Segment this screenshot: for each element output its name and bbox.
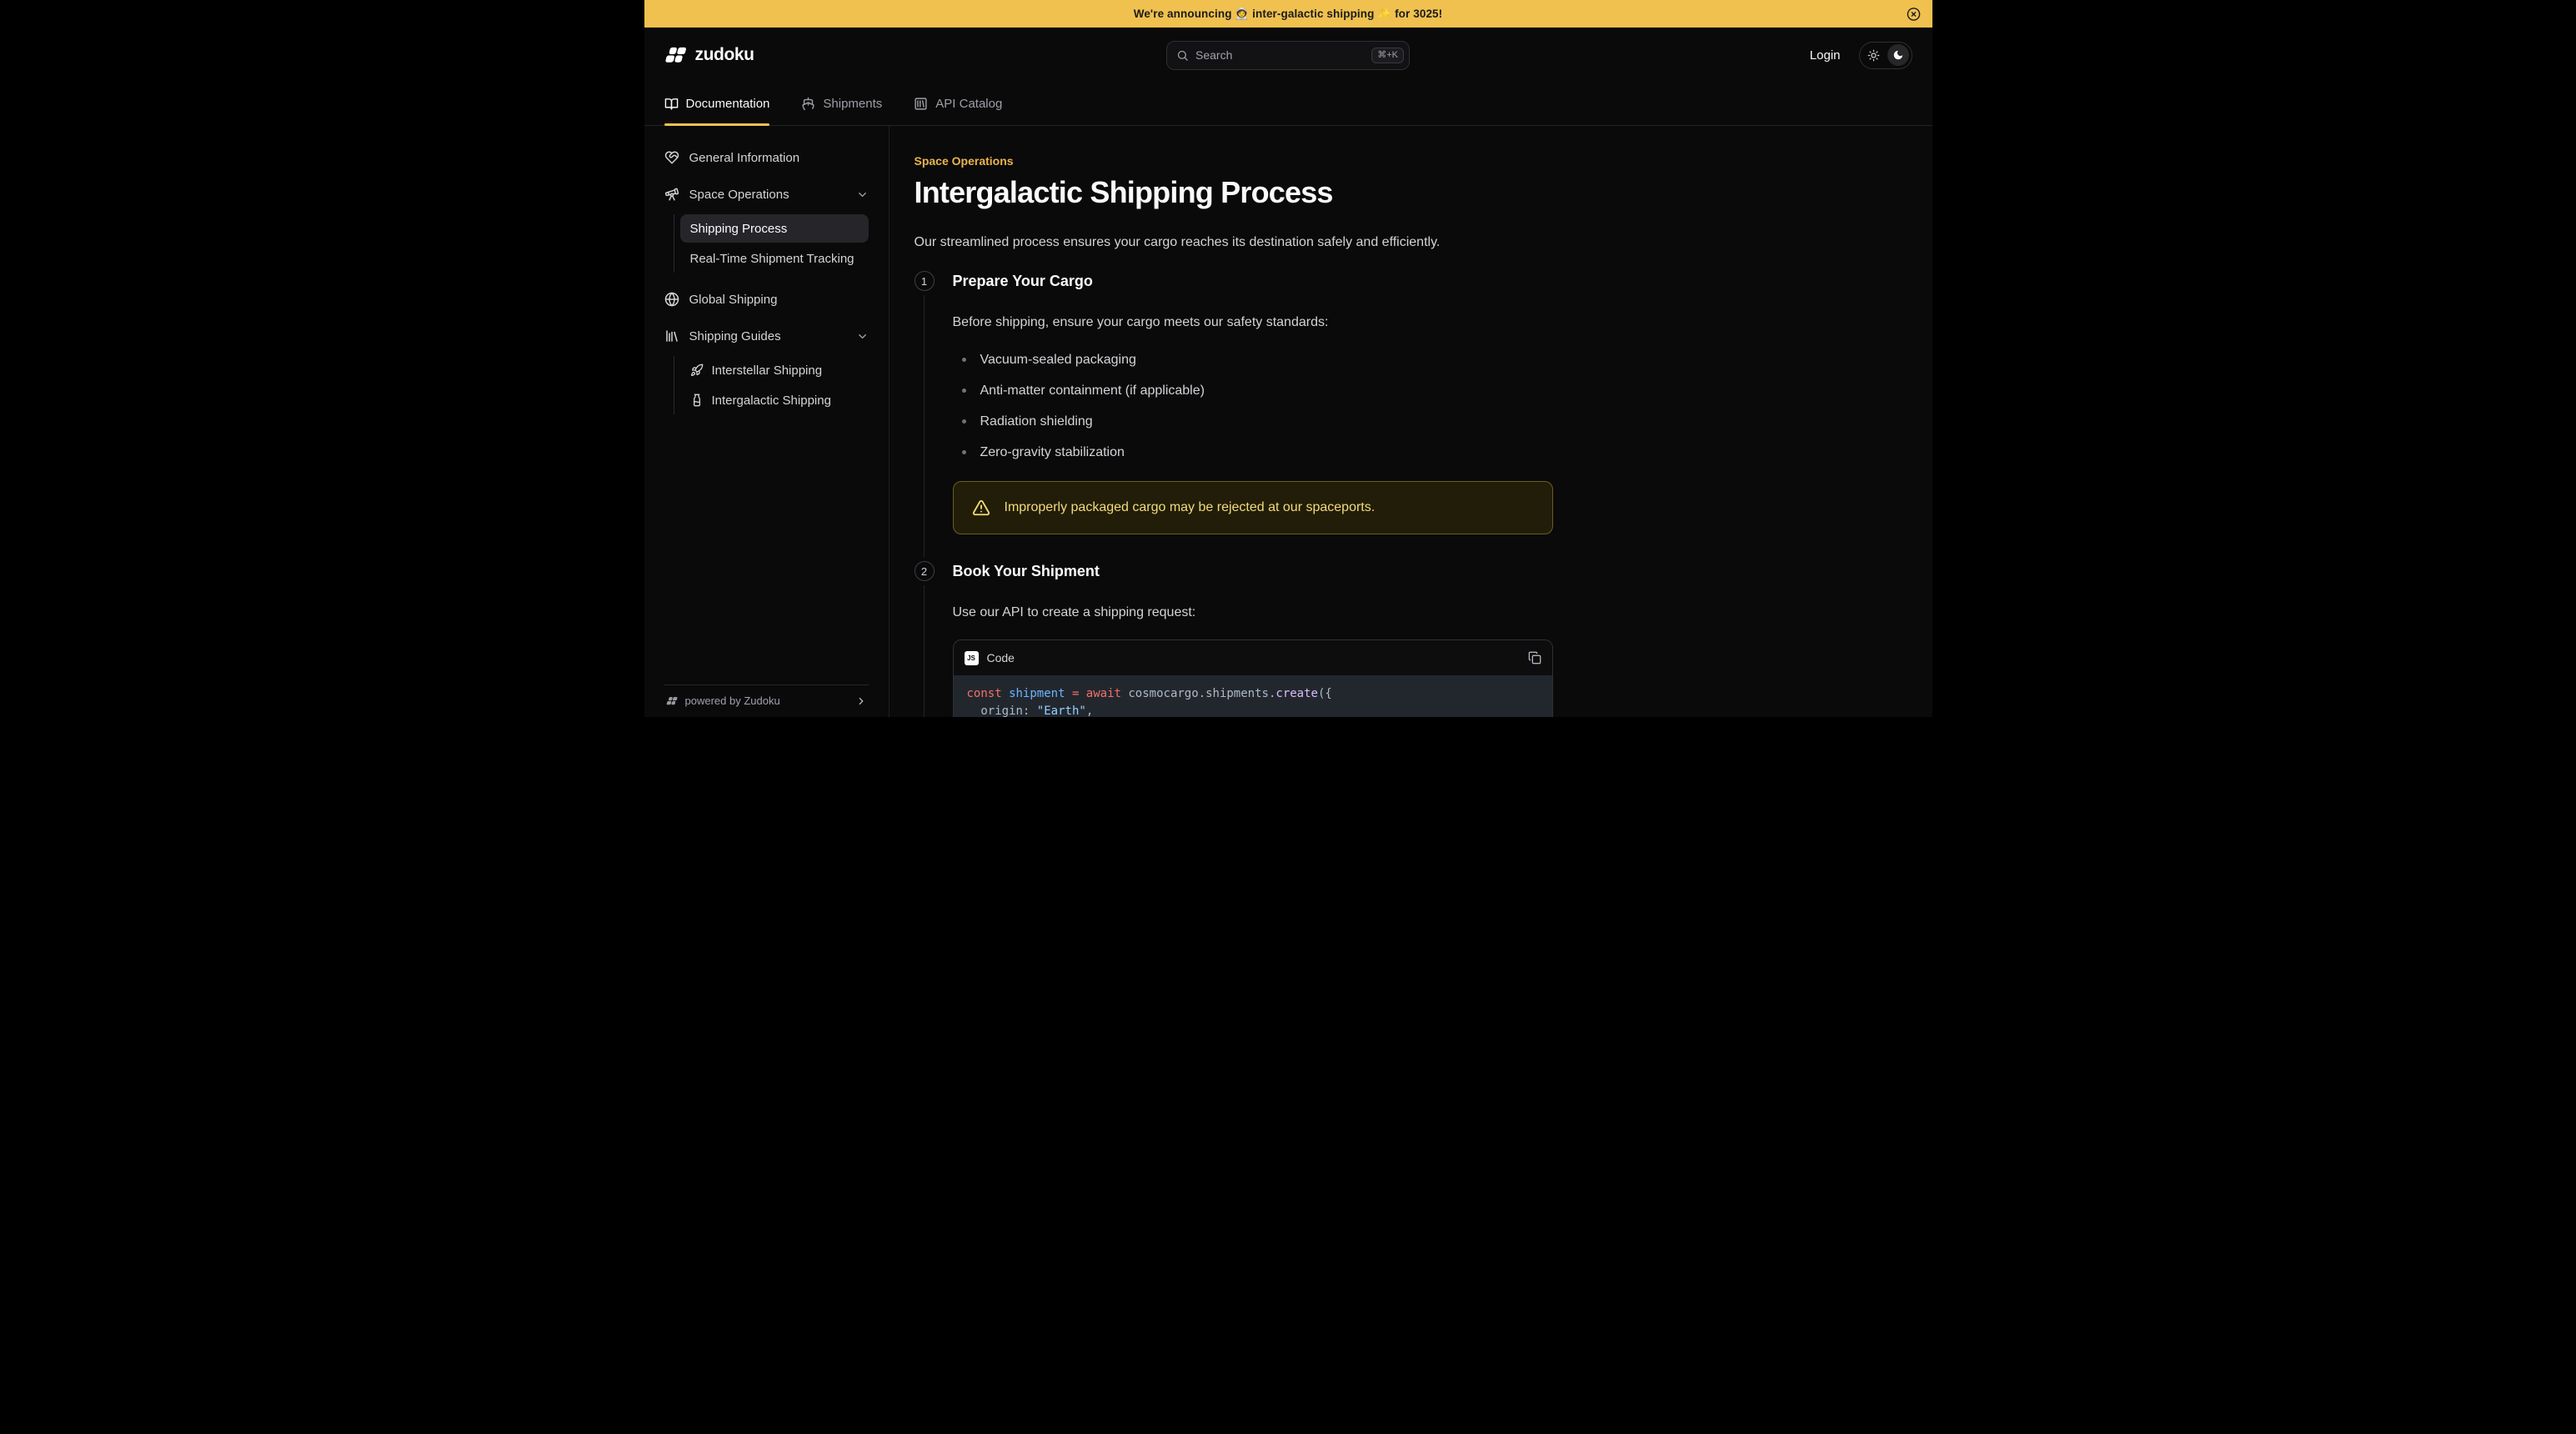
- brand-logo[interactable]: zudoku: [664, 44, 754, 67]
- sidebar-item-shipping-guides[interactable]: Shipping Guides: [656, 319, 877, 353]
- sun-icon: [1867, 49, 1880, 62]
- step-number-badge: 2: [915, 561, 935, 581]
- list-item: Anti-matter containment (if applicable): [953, 375, 1553, 406]
- warning-callout: Improperly packaged cargo may be rejecte…: [953, 481, 1553, 534]
- milk-bottle-icon: [690, 394, 704, 407]
- sidebar-item-space-operations[interactable]: Space Operations: [656, 178, 877, 211]
- sidebar: General Information Space Operations Shi…: [644, 126, 890, 717]
- powered-by-link[interactable]: powered by Zudoku: [664, 684, 869, 717]
- step-2: 2 Book Your Shipment Use our API to crea…: [915, 561, 1553, 717]
- announcement-banner: We're announcing 🧑‍🚀 inter-galactic ship…: [644, 0, 1932, 28]
- sidebar-item-interstellar-shipping[interactable]: Interstellar Shipping: [680, 356, 869, 384]
- sidebar-item-label: Space Operations: [689, 188, 789, 202]
- library-icon: [664, 328, 679, 343]
- brand-name: zudoku: [695, 45, 754, 65]
- search-bar[interactable]: ⌘+K: [1166, 41, 1410, 70]
- javascript-language-icon: JS: [965, 651, 979, 665]
- content-layout: General Information Space Operations Shi…: [644, 126, 1932, 717]
- step-1: 1 Prepare Your Cargo Before shipping, en…: [915, 271, 1553, 561]
- code-block: JS Code const shipment = await cosmocarg…: [953, 639, 1553, 717]
- header-actions: Login: [1810, 42, 1912, 69]
- page-lead: Our streamlined process ensures your car…: [915, 233, 1553, 253]
- step-number-badge: 1: [915, 271, 935, 291]
- ship-icon: [801, 97, 815, 111]
- sidebar-item-label: Global Shipping: [689, 293, 778, 307]
- search-input[interactable]: [1195, 48, 1365, 62]
- chevron-down-icon: [856, 188, 869, 201]
- header: zudoku ⌘+K Login: [644, 28, 1932, 83]
- copy-code-button[interactable]: [1528, 651, 1541, 664]
- tab-label: API Catalog: [935, 97, 1002, 111]
- sidebar-item-label: Real-Time Shipment Tracking: [690, 252, 854, 266]
- warning-text: Improperly packaged cargo may be rejecte…: [1005, 499, 1376, 517]
- banner-close-button[interactable]: [1907, 7, 1921, 21]
- step-title: Book Your Shipment: [953, 561, 1553, 581]
- sidebar-item-real-time-shipment-tracking[interactable]: Real-Time Shipment Tracking: [680, 244, 869, 273]
- library-big-icon: [914, 97, 928, 111]
- main-content: Space Operations Intergalactic Shipping …: [890, 126, 1932, 717]
- sidebar-item-label: Shipping Guides: [689, 329, 781, 343]
- sidebar-item-label: Intergalactic Shipping: [712, 394, 831, 408]
- zudoku-logo-icon: [664, 44, 687, 67]
- list-item: Radiation shielding: [953, 406, 1553, 437]
- step-intro: Before shipping, ensure your cargo meets…: [953, 313, 1553, 333]
- dark-mode-active-indicator: [1887, 44, 1909, 66]
- sidebar-item-shipping-process[interactable]: Shipping Process: [680, 214, 869, 243]
- tab-shipments[interactable]: Shipments: [801, 83, 882, 125]
- powered-by-label: powered by Zudoku: [685, 694, 780, 707]
- tab-label: Documentation: [686, 97, 770, 111]
- sidebar-item-label: Interstellar Shipping: [712, 364, 823, 378]
- page-title: Intergalactic Shipping Process: [915, 175, 1553, 210]
- step-intro: Use our API to create a shipping request…: [953, 603, 1553, 623]
- moon-icon: [1892, 49, 1904, 61]
- top-nav: Documentation Shipments API Catalog: [644, 83, 1932, 126]
- zudoku-logo-icon: [666, 695, 678, 707]
- globe-icon: [664, 292, 679, 307]
- code-editor[interactable]: const shipment = await cosmocargo.shipme…: [954, 675, 1552, 717]
- triangle-alert-icon: [972, 499, 990, 517]
- app-window: We're announcing 🧑‍🚀 inter-galactic ship…: [644, 0, 1932, 717]
- chevron-down-icon: [856, 330, 869, 343]
- code-content: const shipment = await cosmocargo.shipme…: [967, 685, 1539, 717]
- code-block-header: JS Code: [954, 640, 1552, 675]
- heart-handshake-icon: [664, 150, 679, 165]
- sidebar-item-label: General Information: [689, 151, 800, 165]
- sidebar-group-shipping-guides: Interstellar Shipping Intergalactic Ship…: [674, 356, 869, 414]
- steps-list: 1 Prepare Your Cargo Before shipping, en…: [915, 271, 1553, 717]
- rocket-icon: [690, 364, 704, 377]
- search-shortcut-badge: ⌘+K: [1371, 48, 1404, 63]
- sidebar-item-label: Shipping Process: [690, 222, 788, 236]
- category-eyebrow: Space Operations: [915, 154, 1553, 168]
- chevron-right-icon: [855, 695, 867, 707]
- announcement-text: We're announcing 🧑‍🚀 inter-galactic ship…: [1134, 8, 1443, 21]
- list-item: Vacuum-sealed packaging: [953, 344, 1553, 375]
- copy-icon: [1528, 651, 1541, 664]
- theme-toggle[interactable]: [1859, 42, 1912, 69]
- circle-x-icon: [1907, 7, 1921, 21]
- code-block-title: Code: [987, 651, 1015, 664]
- sidebar-group-space-operations: Shipping Process Real-Time Shipment Trac…: [674, 214, 869, 273]
- code-line: const shipment = await cosmocargo.shipme…: [967, 687, 1332, 717]
- sidebar-item-intergalactic-shipping[interactable]: Intergalactic Shipping: [680, 386, 869, 414]
- safety-standards-list: Vacuum-sealed packaging Anti-matter cont…: [953, 344, 1553, 468]
- sidebar-item-general-information[interactable]: General Information: [656, 141, 877, 174]
- search-icon: [1176, 49, 1189, 62]
- step-title: Prepare Your Cargo: [953, 271, 1553, 291]
- sidebar-item-global-shipping[interactable]: Global Shipping: [656, 283, 877, 316]
- book-open-icon: [664, 97, 679, 111]
- tab-documentation[interactable]: Documentation: [664, 83, 770, 125]
- tab-api-catalog[interactable]: API Catalog: [914, 83, 1002, 125]
- telescope-icon: [664, 187, 679, 202]
- login-button[interactable]: Login: [1810, 48, 1841, 63]
- list-item: Zero-gravity stabilization: [953, 437, 1553, 468]
- tab-label: Shipments: [823, 97, 882, 111]
